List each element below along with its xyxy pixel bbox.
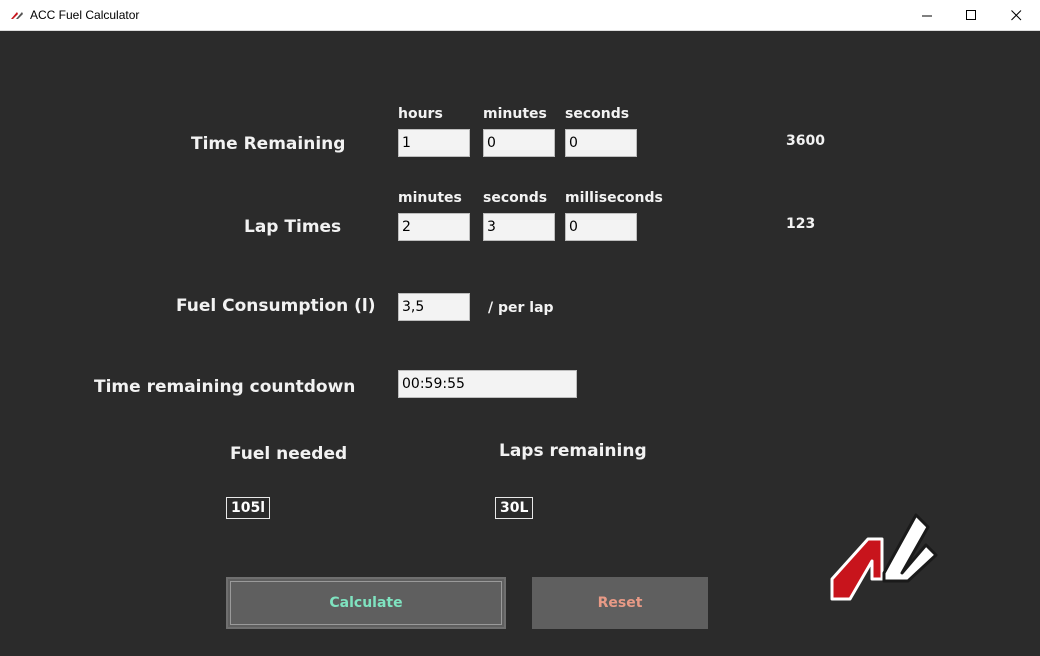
fuel-needed-label: Fuel needed <box>230 444 348 464</box>
lap-times-seconds-input[interactable] <box>483 213 555 241</box>
countdown-label: Time remaining countdown <box>94 377 356 397</box>
time-remaining-label: Time Remaining <box>191 134 346 154</box>
lap-times-label: Lap Times <box>244 217 342 237</box>
fuel-consumption-label: Fuel Consumption (l) <box>176 296 376 316</box>
title-bar: ACC Fuel Calculator <box>0 0 1040 31</box>
lap-times-milliseconds-input[interactable] <box>565 213 637 241</box>
reset-button[interactable]: Reset <box>532 577 708 629</box>
time-remaining-hours-label: hours <box>398 106 443 122</box>
lap-times-total: 123 <box>786 216 816 232</box>
app-logo-icon <box>11 12 23 19</box>
close-icon <box>1010 10 1021 21</box>
time-remaining-seconds-label: seconds <box>565 106 630 122</box>
minimize-icon <box>921 15 932 17</box>
laps-remaining-value: 30L <box>495 497 534 519</box>
time-remaining-total: 3600 <box>786 133 825 149</box>
time-remaining-minutes-input[interactable] <box>483 129 555 157</box>
countdown-display[interactable] <box>398 370 577 398</box>
minimize-button[interactable] <box>904 0 950 31</box>
main-panel: Time Remaining hours minutes seconds 360… <box>0 31 1040 656</box>
lap-times-milliseconds-label: milliseconds <box>565 190 663 206</box>
window-title: ACC Fuel Calculator <box>30 8 140 22</box>
lap-times-seconds-label: seconds <box>483 190 548 206</box>
maximize-button[interactable] <box>948 0 994 31</box>
fuel-needed-value: 105l <box>226 497 271 519</box>
time-remaining-hours-input[interactable] <box>398 129 470 157</box>
acc-logo <box>830 513 938 601</box>
fuel-consumption-input[interactable] <box>398 293 470 321</box>
time-remaining-minutes-label: minutes <box>483 106 547 122</box>
lap-times-minutes-input[interactable] <box>398 213 470 241</box>
laps-remaining-label: Laps remaining <box>499 441 647 461</box>
maximize-icon <box>965 10 976 20</box>
fuel-consumption-unit: / per lap <box>488 300 554 316</box>
calculate-button[interactable]: Calculate <box>226 577 506 629</box>
time-remaining-seconds-input[interactable] <box>565 129 637 157</box>
close-button[interactable] <box>993 0 1039 31</box>
lap-times-minutes-label: minutes <box>398 190 462 206</box>
